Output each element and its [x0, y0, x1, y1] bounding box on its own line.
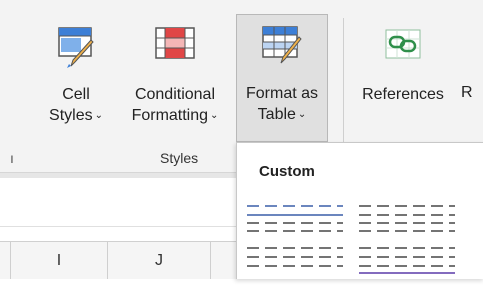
table-style-swatch[interactable] [245, 245, 345, 305]
column-header-i[interactable]: I [10, 242, 107, 279]
custom-section-title: Custom [259, 163, 315, 180]
format-as-table-button[interactable]: Format as Table ⌄ [236, 14, 328, 142]
column-header-label: I [56, 251, 62, 269]
formula-bar-area[interactable] [0, 178, 236, 227]
link-icon [385, 29, 421, 59]
chevron-down-icon: ⌄ [297, 109, 307, 121]
table-style-preview [247, 247, 343, 267]
ribbon-left-edge-mark: ı [10, 150, 14, 166]
column-header-next[interactable] [210, 242, 237, 279]
cell-styles-label-2: Styles [49, 107, 93, 124]
references-button[interactable]: References [353, 16, 453, 140]
column-header-j[interactable]: J [107, 242, 210, 279]
styles-group-label: Styles [160, 150, 199, 166]
conditional-formatting-icon [155, 27, 195, 59]
cell-styles-icon [58, 27, 94, 68]
column-headers: I J [0, 241, 236, 279]
table-style-swatch[interactable] [357, 245, 457, 305]
format-as-table-label-2: Table [257, 106, 296, 123]
conditional-formatting-label-2: Formatting [131, 107, 209, 124]
conditional-formatting-button[interactable]: Conditional Formatting ⌄ [118, 16, 232, 140]
format-as-table-gallery: Custom [236, 142, 483, 279]
truncated-next-button-label: R [461, 84, 473, 101]
chevron-down-icon: ⌄ [210, 110, 219, 122]
column-header-label: J [155, 251, 163, 269]
chevron-down-icon: ⌄ [94, 110, 103, 122]
table-style-preview [359, 247, 455, 274]
conditional-formatting-label-1: Conditional [134, 86, 216, 103]
references-label: References [362, 86, 444, 103]
format-as-table-label-1: Format as [245, 85, 318, 102]
cell-styles-label-1: Cell [62, 86, 90, 103]
table-style-preview [359, 205, 455, 232]
table-style-preview [247, 205, 343, 232]
format-as-table-icon [262, 26, 302, 64]
cell-styles-button[interactable]: Cell Styles ⌄ [36, 16, 116, 140]
